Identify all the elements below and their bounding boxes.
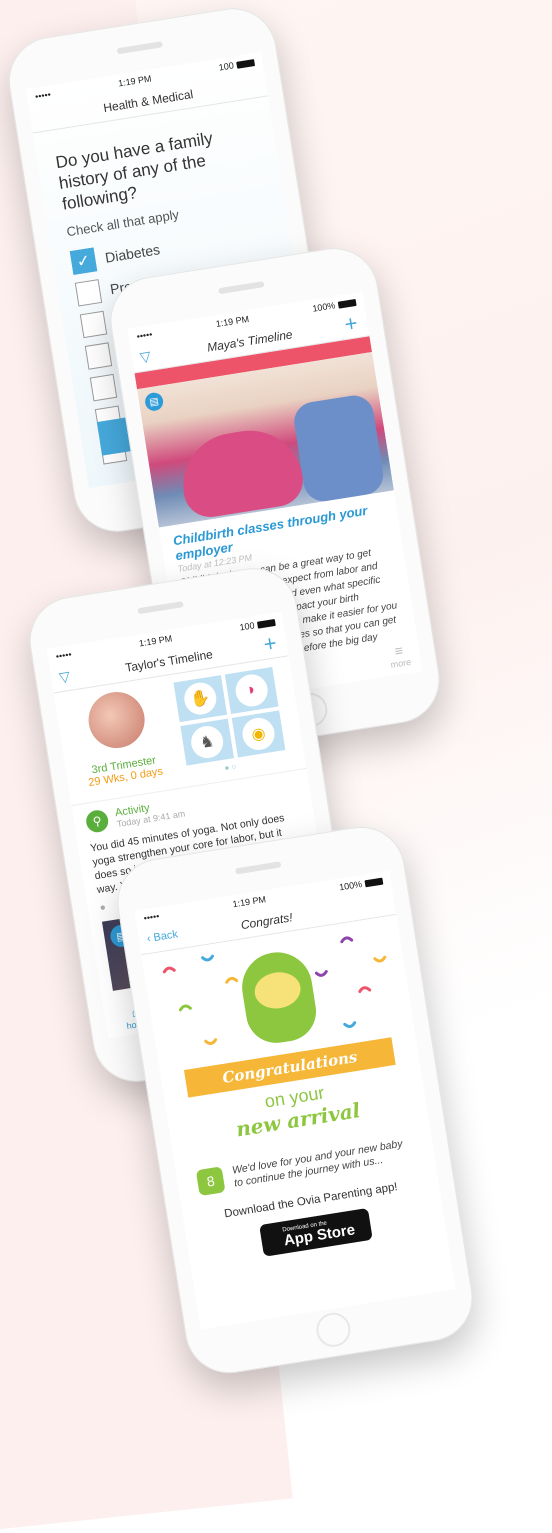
mascot-face — [252, 968, 304, 1012]
hand-icon: ✋ — [181, 680, 219, 717]
foot-icon: ◗ — [233, 672, 270, 709]
status-time: 1:19 PM — [231, 894, 267, 910]
speaker — [235, 861, 282, 875]
back-button[interactable]: ‹ Back — [146, 928, 179, 945]
book-icon: ▤ — [143, 391, 165, 412]
squash-icon: ◉ — [240, 715, 277, 753]
checkbox[interactable]: ✓ — [69, 247, 98, 275]
battery-icon — [256, 619, 276, 629]
ovia-logo-icon: 8 — [195, 1166, 226, 1197]
tile-squash[interactable]: ◉ — [231, 710, 286, 758]
screen: ••••• 1:19 PM 100% ‹ Back Congrats! Cong… — [134, 870, 456, 1330]
tile-rabbit[interactable]: ♞ — [180, 718, 235, 766]
more-tab[interactable]: ≡ more — [387, 641, 412, 670]
status-time: 1:19 PM — [215, 313, 250, 330]
figure-blue — [291, 392, 387, 505]
more-label: more — [389, 656, 412, 670]
status-time: 1:19 PM — [117, 73, 153, 89]
signal-icon: ••••• — [55, 649, 73, 662]
checkbox[interactable] — [79, 310, 108, 339]
avatar[interactable] — [84, 687, 149, 753]
filter-icon[interactable]: ▽ — [139, 348, 152, 366]
baby-size-grid: ✋ ◗ ♞ ◉ — [173, 666, 286, 766]
battery-label: 100 — [218, 57, 256, 73]
battery-icon — [364, 877, 384, 888]
add-icon[interactable]: + — [343, 310, 360, 337]
pregnant-figure — [175, 423, 307, 521]
filter-icon[interactable]: ▽ — [58, 668, 71, 686]
tile-foot[interactable]: ◗ — [224, 666, 279, 714]
home-hardware-button — [313, 1310, 353, 1350]
tile-hand[interactable]: ✋ — [173, 675, 228, 723]
comment-icon[interactable]: ● — [99, 901, 113, 914]
status-time: 1:19 PM — [138, 633, 173, 649]
checkbox[interactable] — [89, 373, 118, 402]
app-store-button[interactable]: Download on the App Store — [259, 1207, 373, 1257]
rabbit-icon: ♞ — [188, 723, 226, 761]
battery-icon — [236, 59, 256, 69]
activity-icon: ⚲ — [84, 808, 110, 834]
signal-icon: ••••• — [142, 911, 161, 924]
speaker — [137, 601, 184, 615]
signal-icon: ••••• — [135, 329, 154, 342]
add-icon[interactable]: + — [262, 630, 279, 657]
speaker — [116, 41, 163, 55]
option-label: Diabetes — [103, 241, 162, 266]
checkbox[interactable] — [84, 342, 113, 370]
speaker — [218, 281, 265, 295]
checkbox[interactable] — [74, 279, 103, 307]
battery-icon — [337, 299, 357, 309]
signal-icon: ••••• — [34, 89, 52, 102]
nav-title: Congrats! — [239, 910, 294, 933]
